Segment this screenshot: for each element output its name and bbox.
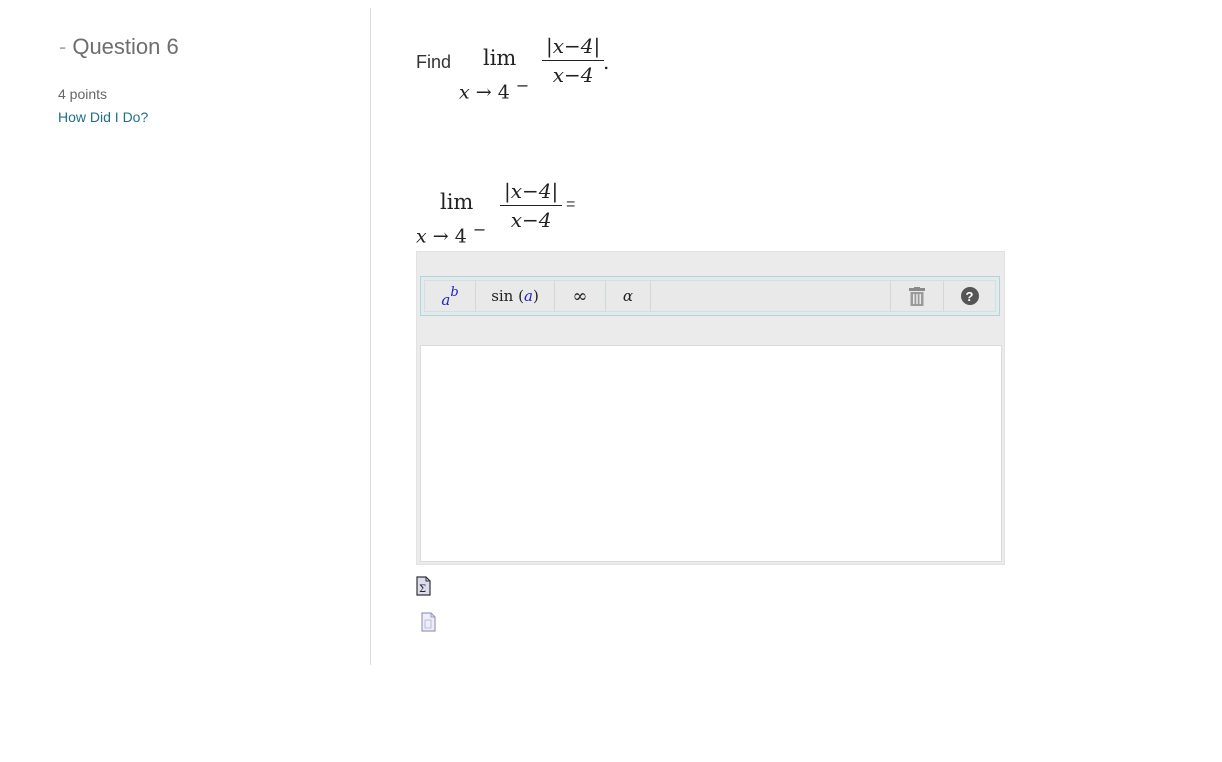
column-divider xyxy=(370,8,371,665)
question-points: 4 points xyxy=(58,86,108,102)
lim-subscript: x → 4 − xyxy=(459,76,530,104)
question-title: Question 6 xyxy=(72,34,179,59)
editor-toolbar: ab sin (a) ∞ α ? xyxy=(420,276,1000,316)
find-label: Find xyxy=(416,52,452,72)
question-heading: - Question 6 xyxy=(59,34,179,60)
lim-subscript: x → 4 − xyxy=(416,220,487,248)
answer-input[interactable] xyxy=(420,345,1002,562)
fraction-numerator: |x−4| xyxy=(504,179,559,203)
equals-sign: = xyxy=(566,196,576,213)
equation-editor: ab sin (a) ∞ α ? xyxy=(416,251,1005,565)
clear-button[interactable] xyxy=(891,281,944,311)
trash-icon xyxy=(909,286,925,306)
power-button[interactable]: ab xyxy=(425,281,476,311)
prompt-fraction: |x−4| x−4 xyxy=(542,34,605,87)
sigma-document-icon[interactable]: Σ xyxy=(416,576,431,596)
fraction-numerator: |x−4| xyxy=(546,34,601,58)
fraction-denominator: x−4 xyxy=(510,208,552,232)
help-circle-icon: ? xyxy=(960,287,979,305)
fraction-denominator: x−4 xyxy=(552,63,594,87)
help-button[interactable]: ? xyxy=(944,281,995,311)
answer-fraction: |x−4| x−4 xyxy=(500,179,563,232)
answer-limit: lim x → 4 − xyxy=(414,190,498,247)
toolbar-spacer xyxy=(651,281,891,311)
how-did-i-do-link[interactable]: How Did I Do? xyxy=(58,109,148,125)
collapse-dash[interactable]: - xyxy=(59,34,66,59)
toolbar-buttons: ab sin (a) ∞ α ? xyxy=(424,280,996,312)
question-sidebar: - Question 6 4 points How Did I Do? xyxy=(0,0,370,665)
sine-button[interactable]: sin (a) xyxy=(476,281,555,311)
document-icon[interactable] xyxy=(421,612,436,632)
infinity-button[interactable]: ∞ xyxy=(555,281,606,311)
prompt-limit: lim x → 4 − xyxy=(456,46,540,103)
svg-text:Σ: Σ xyxy=(419,584,426,595)
prompt-period: . xyxy=(603,50,610,74)
greek-alpha-button[interactable]: α xyxy=(606,281,651,311)
lim-word: lim xyxy=(483,46,517,70)
lim-word: lim xyxy=(440,190,474,214)
